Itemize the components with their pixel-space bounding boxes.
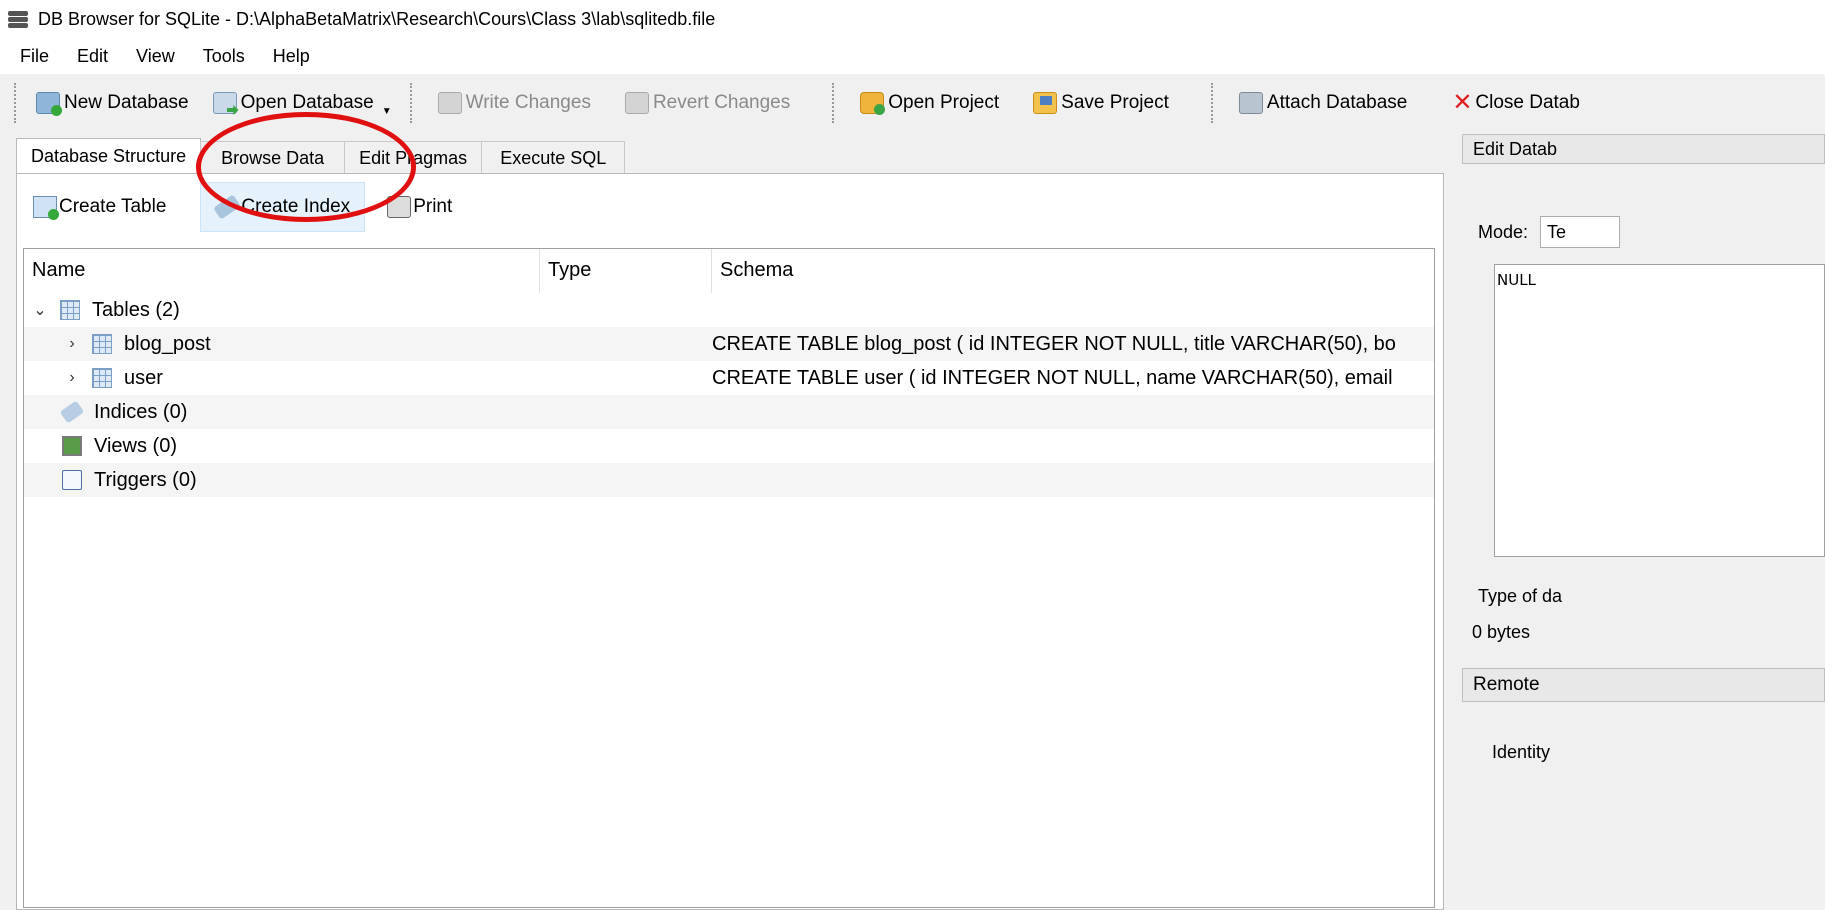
- tab-label: Edit Pragmas: [359, 147, 468, 168]
- new-database-button[interactable]: New Database: [24, 84, 201, 122]
- tree-row-table[interactable]: › blog_post CREATE TABLE blog_post ( id …: [24, 327, 1434, 361]
- table-name: user: [124, 366, 163, 389]
- open-project-button[interactable]: Open Project: [848, 84, 1011, 122]
- toolbar-separator: [832, 83, 838, 123]
- tab-label: Database Structure: [31, 146, 187, 166]
- mode-select[interactable]: Te: [1540, 216, 1621, 248]
- view-picture-icon: [62, 436, 82, 456]
- tree-row-indices[interactable]: Indices (0): [24, 395, 1434, 429]
- window-title: DB Browser for SQLite - D:\AlphaBetaMatr…: [38, 8, 716, 29]
- tab-label: Execute SQL: [500, 147, 607, 168]
- save-project-label: Save Project: [1061, 92, 1169, 113]
- attach-database-button[interactable]: Attach Database: [1227, 84, 1419, 122]
- app-database-icon: [8, 10, 30, 28]
- save-project-button[interactable]: Save Project: [1021, 84, 1181, 122]
- tab-edit-pragmas[interactable]: Edit Pragmas: [344, 141, 483, 174]
- cell-value-editor[interactable]: NULL: [1494, 264, 1825, 557]
- write-changes-icon: [437, 92, 462, 114]
- open-database-dropdown-icon[interactable]: ▼: [382, 106, 392, 117]
- mode-row: Mode: Te: [1478, 216, 1621, 248]
- toolbar-grip[interactable]: [14, 83, 20, 123]
- tree-row-triggers[interactable]: Triggers (0): [24, 463, 1434, 497]
- table-name: blog_post: [124, 332, 211, 355]
- table-schema: CREATE TABLE user ( id INTEGER NOT NULL,…: [712, 366, 1393, 389]
- column-header-schema[interactable]: Schema: [712, 249, 1434, 293]
- tree-row-table[interactable]: › user CREATE TABLE user ( id INTEGER NO…: [24, 361, 1434, 395]
- data-type-label: Type of da: [1478, 586, 1563, 606]
- attach-database-icon: [1238, 92, 1263, 114]
- create-table-button[interactable]: Create Table: [31, 182, 180, 232]
- create-index-label: Create Index: [241, 196, 351, 217]
- open-project-label: Open Project: [888, 92, 1000, 113]
- main-panel: Database Structure Browse Data Edit Prag…: [16, 138, 1444, 910]
- menu-view[interactable]: View: [122, 46, 189, 67]
- print-button[interactable]: Print: [373, 182, 466, 232]
- menu-tools[interactable]: Tools: [189, 46, 259, 67]
- table-icon: [60, 300, 80, 320]
- tree-row-views[interactable]: Views (0): [24, 429, 1434, 463]
- menu-bar: File Edit View Tools Help: [0, 38, 1825, 74]
- open-database-label: Open Database: [240, 92, 374, 113]
- chevron-down-icon[interactable]: ⌄: [28, 300, 52, 320]
- tab-browse-data[interactable]: Browse Data: [200, 141, 346, 174]
- create-index-icon: [213, 194, 242, 220]
- edit-cell-dock: Edit Datab Mode: Te NULL Type of da 0 by…: [1462, 134, 1825, 910]
- main-toolbar: New Database Open Database ▼ Write Chang…: [0, 74, 1825, 132]
- tab-bar: Database Structure Browse Data Edit Prag…: [16, 138, 626, 174]
- data-size-label: 0 bytes: [1472, 622, 1531, 642]
- toolbar-separator: [409, 83, 416, 123]
- table-icon: [92, 334, 112, 354]
- indices-label: Indices (0): [94, 400, 188, 423]
- table-icon: [92, 368, 112, 388]
- open-database-icon: [212, 92, 237, 114]
- revert-changes-button[interactable]: Revert Changes: [613, 84, 802, 122]
- triggers-label: Triggers (0): [94, 468, 197, 491]
- column-header-name[interactable]: Name: [24, 248, 540, 293]
- identity-label: Identity: [1492, 742, 1551, 762]
- close-database-button[interactable]: ✕ Close Datab: [1439, 84, 1580, 122]
- schema-tree[interactable]: Name Type Schema ⌄ Tables (2) › blog_pos…: [23, 248, 1435, 908]
- close-icon: ✕: [1452, 89, 1473, 116]
- trigger-scroll-icon: [62, 470, 82, 490]
- remote-dock-title[interactable]: Remote: [1462, 668, 1825, 702]
- title-bar: DB Browser for SQLite - D:\AlphaBetaMatr…: [0, 0, 1825, 38]
- open-project-icon: [860, 92, 886, 115]
- views-label: Views (0): [94, 434, 177, 457]
- menu-edit[interactable]: Edit: [63, 46, 122, 67]
- database-structure-panel: Create Table Create Index Print Name Typ…: [16, 173, 1444, 910]
- create-table-label: Create Table: [59, 196, 167, 217]
- index-tag-icon: [59, 400, 85, 424]
- new-database-icon: [36, 92, 62, 116]
- column-header-type[interactable]: Type: [540, 248, 712, 293]
- revert-changes-icon: [624, 92, 649, 114]
- write-changes-button[interactable]: Write Changes: [426, 84, 603, 122]
- new-database-label: New Database: [64, 92, 189, 113]
- print-label: Print: [413, 196, 453, 217]
- structure-toolbar: Create Table Create Index Print: [17, 174, 1443, 240]
- save-project-icon: [1033, 92, 1058, 114]
- tables-group-label: Tables (2): [92, 298, 180, 321]
- write-changes-label: Write Changes: [465, 92, 591, 113]
- tab-label: Browse Data: [221, 147, 325, 168]
- tab-execute-sql[interactable]: Execute SQL: [481, 141, 626, 174]
- menu-help[interactable]: Help: [259, 46, 324, 67]
- create-index-button[interactable]: Create Index: [200, 182, 366, 232]
- chevron-right-icon[interactable]: ›: [60, 369, 84, 387]
- close-database-label: Close Datab: [1475, 92, 1580, 113]
- tree-row-tables[interactable]: ⌄ Tables (2): [24, 293, 1434, 327]
- mode-label: Mode:: [1478, 221, 1529, 242]
- tab-database-structure[interactable]: Database Structure: [16, 138, 202, 174]
- revert-changes-label: Revert Changes: [652, 92, 791, 113]
- menu-file[interactable]: File: [6, 46, 63, 67]
- tree-header: Name Type Schema: [24, 248, 1434, 293]
- print-icon: [387, 196, 412, 218]
- open-database-button[interactable]: Open Database ▼: [201, 84, 404, 122]
- chevron-right-icon[interactable]: ›: [60, 335, 84, 353]
- create-table-icon: [33, 196, 59, 220]
- table-schema: CREATE TABLE blog_post ( id INTEGER NOT …: [712, 332, 1396, 355]
- edit-cell-dock-title[interactable]: Edit Datab: [1462, 134, 1825, 164]
- attach-database-label: Attach Database: [1266, 92, 1408, 113]
- toolbar-separator: [1210, 83, 1217, 123]
